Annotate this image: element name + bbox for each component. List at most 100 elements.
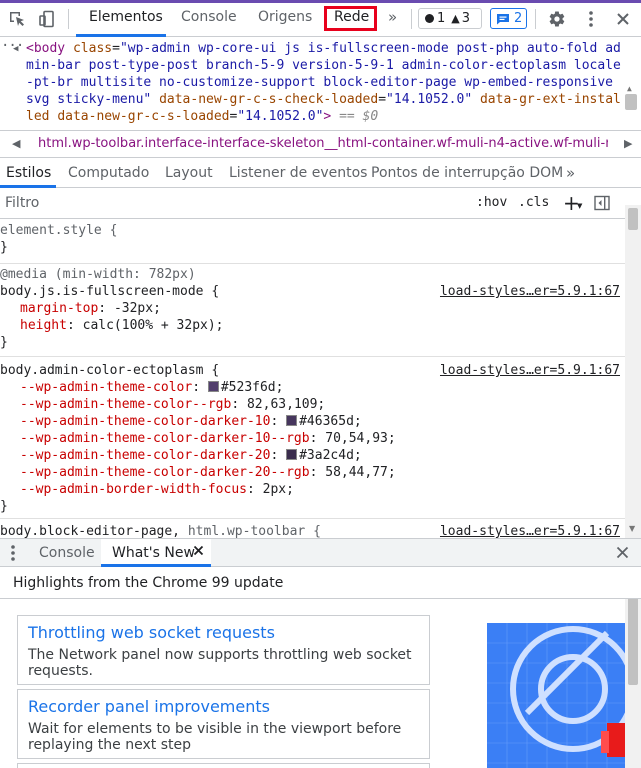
class-toggle[interactable]: .cls [518,195,549,210]
rule-selector[interactable]: element.style { [0,222,625,239]
inspect-element-icon[interactable] [6,8,28,30]
css-declaration[interactable]: margin-top: -32px; [0,300,625,317]
css-declaration[interactable]: --wp-admin-theme-color-darker-10--rgb: 7… [0,430,625,447]
property-name: margin-top [20,301,99,316]
styles-scrollbar-thumb[interactable] [628,208,638,230]
property-value: 2px; [262,482,294,497]
drawer-tab-whats-new[interactable]: What's New [112,545,195,561]
devtools-toolbar: Elementos Console Origens Rede » 1 ▲ 3 2 [0,0,641,37]
close-devtools-icon[interactable] [612,8,634,30]
feature-card[interactable]: Recorder panel improvements Wait for ele… [17,689,430,759]
css-rule-admin-color-ectoplasm: body.admin-color-ectoplasm { load-styles… [0,362,625,519]
warning-icon: ▲ [451,12,460,25]
styles-pane: element.style { } @media (min-width: 782… [0,220,625,538]
tab-layout[interactable]: Layout [165,165,213,181]
drawer-tab-console[interactable]: Console [39,545,95,561]
warning-count: 3 [461,11,471,26]
class-attr-name: class [72,41,113,56]
dom-tree-panel: ··· ◀ <body class="wp-admin wp-core-ui j… [0,38,641,130]
plus-dropdown-arrow-icon[interactable]: ▼ [577,202,582,210]
property-value: 70,54,93; [325,431,396,446]
tab-styles[interactable]: Estilos [6,165,51,181]
property-name: --wp-admin-theme-color-darker-10 [20,414,271,429]
property-name: --wp-admin-theme-color [20,380,193,395]
more-tabs-chevron-icon[interactable]: » [388,8,397,28]
rule-close-brace: } [0,335,8,350]
message-count: 2 [514,11,523,26]
tab-sources[interactable]: Origens [258,9,312,29]
promo-graphic [487,623,625,768]
issues-counter[interactable]: 1 ▲ 3 [418,8,482,29]
feature-card-title[interactable]: Recorder panel improvements [28,697,270,716]
settings-gear-icon[interactable] [546,8,568,30]
tab-network[interactable]: Rede [334,9,369,29]
source-link[interactable]: load-styles…er=5.9.1:67 [440,523,620,538]
whats-new-header: Highlights from the Chrome 99 update [0,567,641,599]
property-name: --wp-admin-theme-color-darker-10--rgb [20,431,310,446]
styles-scrollbar-track[interactable] [625,205,641,538]
css-rule-block-editor-page: body.block-editor-page, html.wp-toolbar … [0,523,625,538]
messages-counter[interactable]: 2 [490,8,527,29]
breadcrumb-scroll-right-icon[interactable]: ▶ [624,137,632,150]
toggle-sidebar-icon[interactable] [594,195,610,215]
source-link[interactable]: load-styles…er=5.9.1:67 [440,362,620,379]
tab-event-listeners[interactable]: Listener de eventos [229,165,367,181]
property-value: -32px; [113,301,161,316]
css-declaration[interactable]: --wp-admin-theme-color-darker-10: #46365… [0,413,625,430]
close-drawer-icon[interactable] [616,546,629,563]
tag-open: <body [26,41,73,56]
rule-selector-extra: html.wp-toolbar { [187,524,321,538]
dom-scrollbar-thumb[interactable] [625,94,637,110]
css-declaration[interactable]: height: calc(100% + 32px); [0,317,625,334]
device-toolbar-icon[interactable] [36,8,58,30]
feature-card-desc: Wait for elements to be visible in the v… [28,721,402,753]
feature-card-title[interactable]: Throttling web socket requests [28,623,275,642]
active-tab-indicator [76,34,166,37]
css-declaration[interactable]: --wp-admin-theme-color-darker-20: #3a2c4… [0,447,625,464]
property-name: --wp-admin-theme-color-darker-20 [20,448,271,463]
error-icon [425,14,434,23]
color-swatch[interactable] [286,415,298,426]
property-name: --wp-admin-theme-color-darker-20--rgb [20,465,310,480]
hover-state-toggle[interactable]: :hov [476,195,507,210]
highlights-title: Highlights from the Chrome 99 update [13,575,284,591]
property-value: #3a2c4d; [299,448,362,463]
message-icon [497,13,509,24]
drawer-menu-icon[interactable] [10,544,16,566]
css-declaration[interactable]: --wp-admin-theme-color: #523f6d; [0,379,625,396]
toolbar-separator [68,9,69,29]
color-swatch[interactable] [207,381,219,392]
news-scrollbar-thumb[interactable] [628,599,638,685]
expand-triangle-icon[interactable]: ◀ [13,41,18,58]
more-options-icon[interactable] [580,8,602,30]
css-declaration[interactable]: --wp-admin-theme-color-darker-20--rgb: 5… [0,464,625,481]
rule-close-brace: } [0,499,8,514]
property-value: #523f6d; [220,380,284,395]
styles-filter-bar: Filtro :hov .cls + ▼ [0,189,641,219]
attr-loaded-value: "14.1052.0" [237,109,324,124]
property-value: #46365d; [299,414,362,429]
css-declaration[interactable]: --wp-admin-border-width-focus: 2px; [0,481,625,498]
drawer-tabbar: Console What's New [0,538,641,567]
feature-card[interactable] [17,763,430,768]
css-declaration[interactable]: --wp-admin-theme-color--rgb: 82,63,109; [0,396,625,413]
tab-elements[interactable]: Elementos [89,9,163,29]
more-tabs-chevron-icon[interactable]: » [566,164,575,182]
tab-console[interactable]: Console [181,9,237,29]
feature-card[interactable]: Throttling web socket requests The Netwo… [17,615,430,685]
selected-body-node[interactable]: <body class="wp-admin wp-core-ui js is-f… [26,40,622,125]
close-tab-icon[interactable] [193,545,204,560]
tab-computed[interactable]: Computado [68,165,149,181]
filter-input[interactable]: Filtro [5,195,39,211]
property-value: calc(100% + 32px); [82,318,224,333]
attr-check-loaded-value: "14.1052.0" [386,92,473,107]
scroll-down-arrow-icon[interactable]: ▼ [629,524,635,533]
breadcrumb-scroll-left-icon[interactable]: ◀ [12,137,20,150]
color-swatch[interactable] [286,449,298,460]
breadcrumb-html-node[interactable]: html.wp-toolbar.interface-interface-skel… [38,136,608,151]
selected-node-marker: == $0 [331,109,379,124]
tab-dom-breakpoints[interactable]: Pontos de interrupção DOM [371,165,563,181]
breadcrumb: ◀ html.wp-toolbar.interface-interface-sk… [0,130,641,158]
source-link[interactable]: load-styles…er=5.9.1:67 [440,283,620,300]
media-query-text: @media (min-width: 782px) [0,267,196,282]
